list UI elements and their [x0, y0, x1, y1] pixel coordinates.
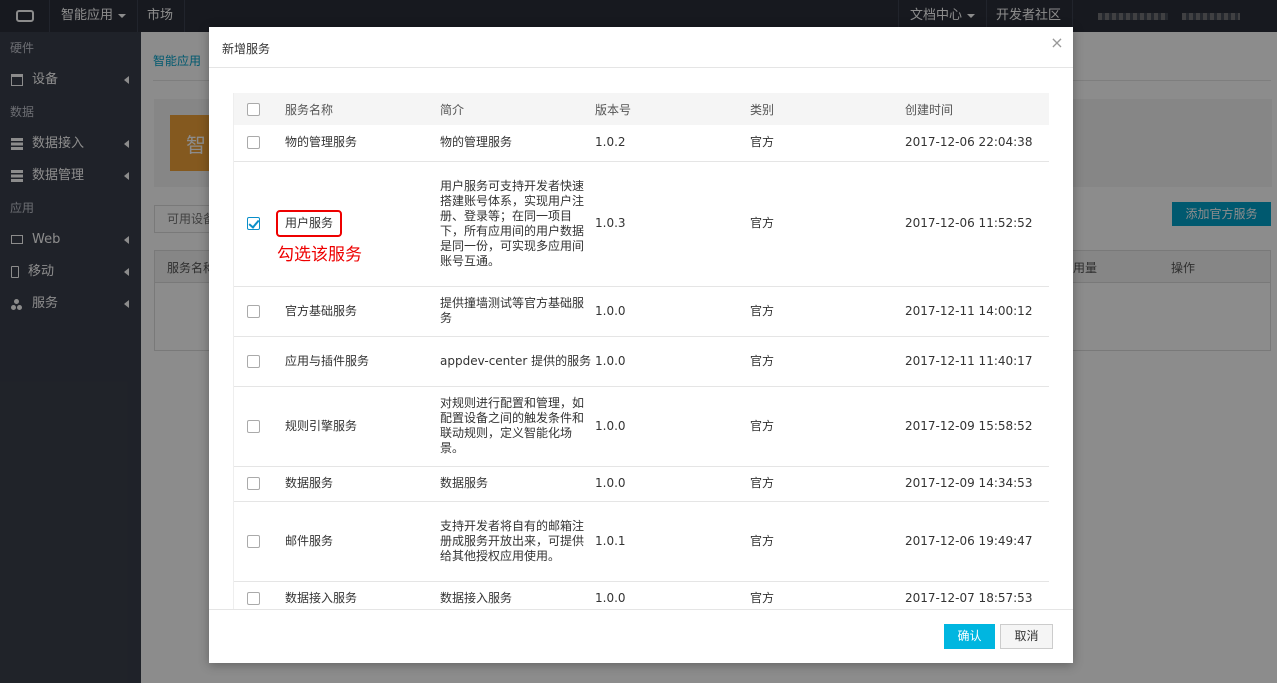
service-category: 官方 [750, 581, 905, 609]
service-created: 2017-12-06 11:52:52 [905, 161, 1049, 287]
service-name: 应用与插件服务 [285, 336, 440, 387]
service-desc: appdev-center 提供的服务 [440, 336, 595, 387]
dialog-footer: 确认 取消 [209, 609, 1073, 663]
cancel-button[interactable]: 取消 [1000, 624, 1053, 649]
service-name: 规则引擎服务 [285, 386, 440, 467]
table-row[interactable]: 数据服务 数据服务 1.0.0 官方 2017-12-09 14:34:53 [234, 466, 1049, 502]
row-checkbox[interactable] [247, 534, 260, 548]
service-name: 数据服务 [285, 466, 440, 502]
service-version: 1.0.0 [595, 286, 750, 337]
service-list[interactable]: 服务名称 简介 版本号 类别 创建时间 物的管理服务 物的管理服务 1.0.2 … [233, 93, 1049, 609]
service-version: 1.0.3 [595, 161, 750, 287]
row-checkbox[interactable] [247, 419, 260, 433]
service-desc: 数据服务 [440, 466, 595, 502]
row-checkbox[interactable] [247, 592, 260, 605]
service-created: 2017-12-11 11:40:17 [905, 336, 1049, 387]
service-name: 物的管理服务 [285, 125, 440, 162]
add-service-dialog: 新增服务 × 服务名称 简介 版本号 类别 创建时间 物的管理服务 物的管理服务 [209, 27, 1073, 663]
service-category: 官方 [750, 336, 905, 387]
service-category: 官方 [750, 501, 905, 582]
row-checkbox-checked[interactable] [247, 217, 260, 230]
service-category: 官方 [750, 286, 905, 337]
service-created: 2017-12-09 14:34:53 [905, 466, 1049, 502]
service-created: 2017-12-11 14:00:12 [905, 286, 1049, 337]
service-category: 官方 [750, 161, 905, 287]
dialog-title: 新增服务 [222, 42, 271, 56]
service-desc: 对规则进行配置和管理，如配置设备之间的触发条件和联动规则，定义智能化场景。 [440, 386, 595, 467]
service-version: 1.0.0 [595, 386, 750, 467]
service-table: 服务名称 简介 版本号 类别 创建时间 物的管理服务 物的管理服务 1.0.2 … [234, 93, 1049, 609]
service-category: 官方 [750, 466, 905, 502]
row-checkbox[interactable] [247, 354, 260, 368]
row-checkbox[interactable] [247, 136, 260, 150]
table-header-row: 服务名称 简介 版本号 类别 创建时间 [234, 93, 1049, 125]
row-checkbox[interactable] [247, 477, 260, 490]
service-created: 2017-12-09 15:58:52 [905, 386, 1049, 467]
service-version: 1.0.0 [595, 581, 750, 609]
service-desc: 用户服务可支持开发者快速搭建账号体系，实现用户注册、登录等；在同一项目下，所有应… [440, 161, 595, 287]
service-category: 官方 [750, 386, 905, 467]
table-row[interactable]: 规则引擎服务 对规则进行配置和管理，如配置设备之间的触发条件和联动规则，定义智能… [234, 386, 1049, 467]
service-version: 1.0.1 [595, 501, 750, 582]
select-all-checkbox[interactable] [247, 103, 260, 116]
service-desc: 提供撞墙测试等官方基础服务 [440, 286, 595, 337]
service-category: 官方 [750, 125, 905, 162]
service-version: 1.0.2 [595, 125, 750, 162]
service-created: 2017-12-07 18:57:53 [905, 581, 1049, 609]
row-checkbox[interactable] [247, 304, 260, 318]
service-created: 2017-12-06 19:49:47 [905, 501, 1049, 582]
column-header: 版本号 [595, 93, 750, 125]
service-version: 1.0.0 [595, 336, 750, 387]
service-version: 1.0.0 [595, 466, 750, 502]
table-row[interactable]: 数据接入服务 数据接入服务 1.0.0 官方 2017-12-07 18:57:… [234, 581, 1049, 609]
service-desc: 数据接入服务 [440, 581, 595, 609]
column-header: 服务名称 [285, 93, 440, 125]
table-row[interactable]: 物的管理服务 物的管理服务 1.0.2 官方 2017-12-06 22:04:… [234, 125, 1049, 162]
confirm-button[interactable]: 确认 [944, 624, 995, 649]
service-desc: 支持开发者将自有的邮箱注册成服务开放出来，可提供给其他授权应用使用。 [440, 501, 595, 582]
service-created: 2017-12-06 22:04:38 [905, 125, 1049, 162]
column-header: 简介 [440, 93, 595, 125]
service-desc: 物的管理服务 [440, 125, 595, 162]
table-row[interactable]: 邮件服务 支持开发者将自有的邮箱注册成服务开放出来，可提供给其他授权应用使用。 … [234, 501, 1049, 582]
table-row[interactable]: 应用与插件服务 appdev-center 提供的服务 1.0.0 官方 201… [234, 336, 1049, 387]
service-name: 数据接入服务 [285, 581, 440, 609]
table-row[interactable]: 用户服务 用户服务可支持开发者快速搭建账号体系，实现用户注册、登录等；在同一项目… [234, 161, 1049, 287]
service-name: 邮件服务 [285, 501, 440, 582]
column-header: 类别 [750, 93, 905, 125]
close-icon[interactable]: × [1050, 35, 1064, 51]
dialog-header: 新增服务 × [209, 27, 1073, 68]
highlighted-service-name: 用户服务 [276, 210, 343, 237]
annotation-select-service: 勾选该服务 [277, 245, 362, 265]
table-row[interactable]: 官方基础服务 提供撞墙测试等官方基础服务 1.0.0 官方 2017-12-11… [234, 286, 1049, 337]
service-name: 官方基础服务 [285, 286, 440, 337]
column-header: 创建时间 [905, 93, 1049, 125]
